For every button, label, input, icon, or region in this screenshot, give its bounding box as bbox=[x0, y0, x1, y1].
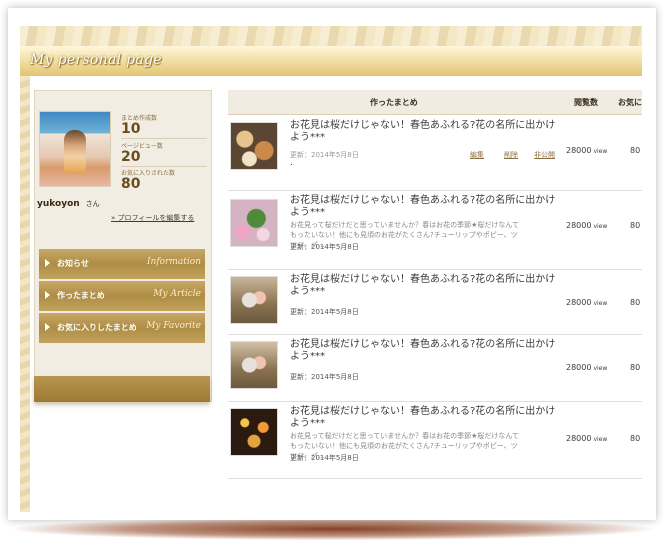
page-shadow bbox=[14, 518, 652, 540]
view-count: 28000 view bbox=[566, 434, 607, 443]
sweets-photo bbox=[230, 199, 278, 247]
avatar bbox=[39, 111, 111, 187]
updated-date: 更新：2014年5月8日 bbox=[290, 243, 359, 251]
profile-sidebar: まとめ作成数 10 ページビュー数 20 お気に入りされた数 80 yukoyo… bbox=[34, 90, 212, 402]
table-row: お花見は桜だけじゃない！春色あふれる?花の名所に出かけよう*** お花見って桜だ… bbox=[228, 191, 642, 270]
nav-label: お知らせ bbox=[57, 259, 89, 268]
left-pattern-strip bbox=[20, 76, 30, 512]
favorite-count: 80 bbox=[630, 434, 641, 443]
triangle-right-icon bbox=[45, 291, 50, 299]
banner-title: My personal page bbox=[30, 52, 162, 68]
article-title[interactable]: お花見は桜だけじゃない！春色あふれる?花の名所に出かけよう*** bbox=[290, 120, 564, 144]
updated-date: 更新：2014年5月8日 bbox=[290, 373, 359, 381]
nav-my-article[interactable]: 作ったまとめ My Article bbox=[39, 281, 205, 311]
nav-label: お気に入りしたまとめ bbox=[57, 323, 137, 332]
nav-my-favorite[interactable]: お気に入りしたまとめ My Favorite bbox=[39, 313, 205, 343]
favorite-count: 80 bbox=[630, 221, 641, 230]
nav-script-label: Information bbox=[146, 257, 201, 267]
table-row: お花見は桜だけじゃない！春色あふれる?花の名所に出かけよう*** 更新：2014… bbox=[228, 335, 642, 402]
sidebar-footer-bar bbox=[34, 376, 210, 402]
couple-photo bbox=[230, 276, 278, 324]
delete-link[interactable]: 削除 bbox=[504, 150, 518, 160]
page-frame: My personal page まとめ作成数 10 ページビュー数 20 お気… bbox=[8, 8, 656, 520]
view-unit: view bbox=[593, 223, 608, 230]
favorite-count: 80 bbox=[630, 298, 641, 307]
header-favorites: お気に bbox=[618, 98, 642, 107]
article-title[interactable]: お花見は桜だけじゃない！春色あふれる?花の名所に出かけよう*** bbox=[290, 195, 564, 219]
username: yukoyon bbox=[37, 199, 80, 209]
view-number: 28000 bbox=[566, 363, 592, 372]
extra-mark: . bbox=[290, 158, 293, 168]
honorific: さん bbox=[85, 200, 100, 208]
table-row: お花見は桜だけじゃない！春色あふれる?花の名所に出かけよう*** 更新：2014… bbox=[228, 116, 642, 191]
view-number: 28000 bbox=[566, 298, 592, 307]
view-unit: view bbox=[593, 300, 608, 307]
header-views: 閲覧数 bbox=[574, 98, 598, 107]
view-unit: view bbox=[593, 436, 608, 443]
nav-label: 作ったまとめ bbox=[57, 291, 105, 300]
updated-date: 更新：2014年5月8日 bbox=[290, 308, 359, 316]
nav-information[interactable]: お知らせ Information bbox=[39, 249, 205, 279]
view-count: 28000 view bbox=[566, 146, 607, 155]
view-count: 28000 view bbox=[566, 221, 607, 230]
article-title[interactable]: お花見は桜だけじゃない！春色あふれる?花の名所に出かけよう*** bbox=[290, 274, 564, 298]
stat-divider bbox=[121, 166, 207, 167]
view-number: 28000 bbox=[566, 146, 592, 155]
view-count: 28000 view bbox=[566, 298, 607, 307]
triangle-right-icon bbox=[45, 259, 50, 267]
table-row: お花見は桜だけじゃない！春色あふれる?花の名所に出かけよう*** お花見って桜だ… bbox=[228, 402, 642, 479]
edit-link[interactable]: 編集 bbox=[470, 150, 484, 160]
night-street-photo bbox=[230, 408, 278, 456]
edit-profile-link[interactable]: » プロフィールを編集する bbox=[111, 213, 194, 223]
couple-photo bbox=[230, 341, 278, 389]
table-row: お花見は桜だけじゃない！春色あふれる?花の名所に出かけよう*** 更新：2014… bbox=[228, 270, 642, 335]
view-number: 28000 bbox=[566, 434, 592, 443]
article-title[interactable]: お花見は桜だけじゃない！春色あふれる?花の名所に出かけよう*** bbox=[290, 406, 564, 430]
page-canvas: My personal page まとめ作成数 10 ページビュー数 20 お気… bbox=[20, 26, 642, 512]
updated-date: 更新：2014年5月8日 bbox=[290, 151, 359, 159]
username-block: yukoyon さん bbox=[37, 199, 100, 209]
view-unit: view bbox=[593, 365, 608, 372]
favorite-count: 80 bbox=[630, 363, 641, 372]
unpublish-link[interactable]: 非公開 bbox=[534, 150, 555, 160]
header-title: 作ったまとめ bbox=[370, 98, 418, 107]
stat-divider bbox=[121, 138, 207, 139]
food-photo bbox=[230, 122, 278, 170]
nav-script-label: My Favorite bbox=[146, 321, 201, 331]
top-pattern-band bbox=[20, 26, 642, 46]
updated-date: 更新：2014年5月8日 bbox=[290, 454, 359, 462]
stat-value-pageviews: 20 bbox=[121, 149, 141, 165]
stat-value-favorited: 80 bbox=[121, 176, 141, 192]
view-number: 28000 bbox=[566, 221, 592, 230]
favorite-count: 80 bbox=[630, 146, 641, 155]
stat-value-articles: 10 bbox=[121, 121, 141, 137]
view-count: 28000 view bbox=[566, 363, 607, 372]
triangle-right-icon bbox=[45, 323, 50, 331]
nav-script-label: My Article bbox=[153, 289, 201, 299]
article-title[interactable]: お花見は桜だけじゃない！春色あふれる?花の名所に出かけよう*** bbox=[290, 339, 564, 363]
view-unit: view bbox=[593, 148, 608, 155]
table-header: 作ったまとめ 閲覧数 お気に bbox=[228, 90, 642, 115]
